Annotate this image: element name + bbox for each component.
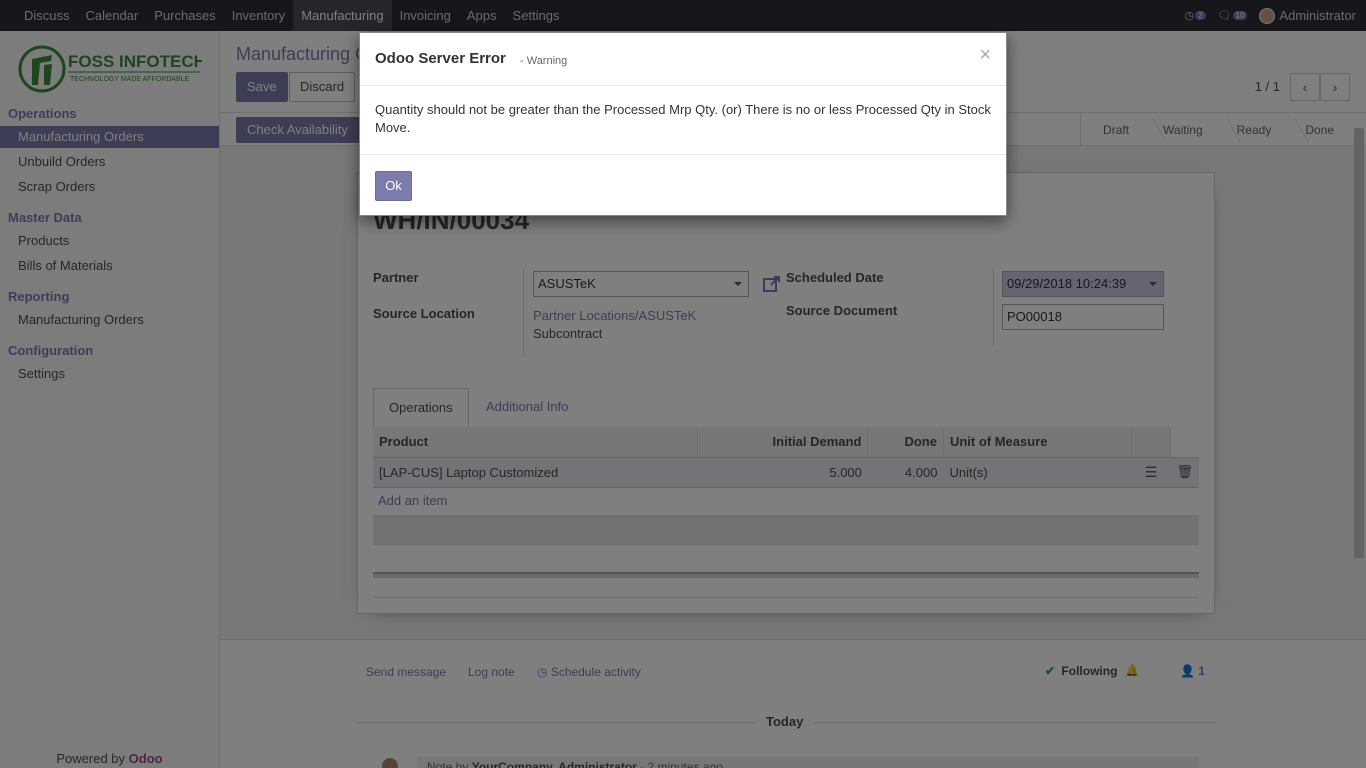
dialog-footer: Ok bbox=[360, 154, 1006, 216]
ok-button[interactable]: Ok bbox=[375, 171, 412, 201]
dialog-subtitle: - Warning bbox=[520, 55, 568, 67]
dialog-header: Odoo Server Error - Warning × bbox=[360, 33, 1006, 86]
close-icon[interactable]: × bbox=[979, 45, 991, 65]
dialog-message: Quantity should not be greater than the … bbox=[375, 102, 991, 135]
dialog-title: Odoo Server Error bbox=[375, 50, 506, 67]
error-dialog: Odoo Server Error - Warning × Quantity s… bbox=[359, 32, 1007, 216]
